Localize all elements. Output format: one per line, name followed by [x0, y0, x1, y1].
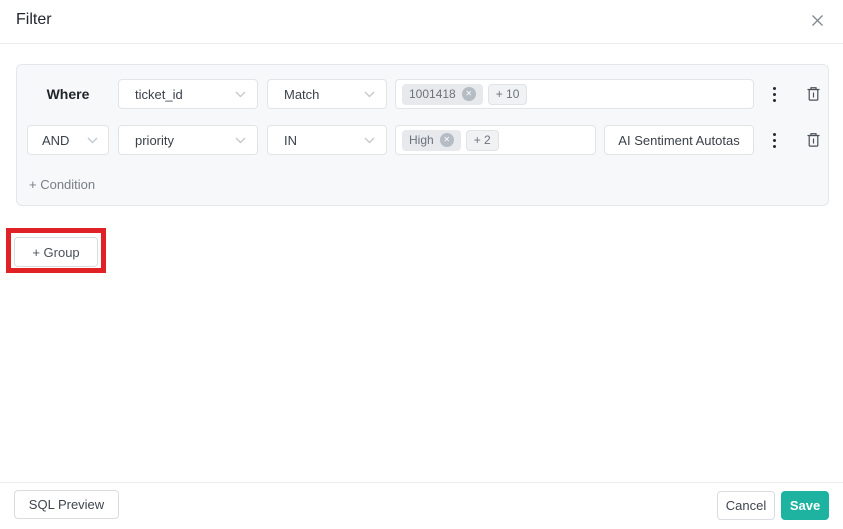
ai-sentiment-autotag-button[interactable]: AI Sentiment Autotas	[604, 125, 754, 155]
value-input-row2[interactable]: High ✕ + 2	[395, 125, 596, 155]
remove-tag-icon[interactable]: ✕	[462, 87, 476, 101]
row2-delete-button[interactable]	[800, 125, 826, 155]
add-group-button[interactable]: + Group	[14, 237, 98, 267]
more-values-label: + 10	[496, 87, 520, 101]
sql-preview-button[interactable]: SQL Preview	[14, 490, 119, 519]
connector-select-row2[interactable]: AND	[27, 125, 109, 155]
chevron-down-icon	[87, 137, 98, 144]
chevron-down-icon	[235, 91, 246, 98]
chevron-down-icon	[364, 137, 375, 144]
more-values-tag[interactable]: + 10	[488, 84, 528, 105]
chevron-down-icon	[235, 137, 246, 144]
row2-more-actions-button[interactable]	[761, 125, 787, 155]
cancel-button[interactable]: Cancel	[717, 491, 775, 520]
chevron-down-icon	[364, 91, 375, 98]
value-tag-label: 1001418	[409, 87, 456, 101]
operator-select-row2-value: IN	[284, 133, 297, 148]
connector-select-row2-value: AND	[42, 133, 69, 148]
row1-more-actions-button[interactable]	[761, 79, 787, 109]
value-tag: 1001418 ✕	[402, 84, 483, 105]
value-tag-label: High	[409, 133, 434, 147]
trash-icon	[806, 132, 821, 148]
more-values-label: + 2	[474, 133, 491, 147]
connector-where-label: Where	[27, 79, 109, 109]
save-button[interactable]: Save	[781, 491, 829, 520]
field-select-row2-value: priority	[135, 133, 174, 148]
remove-tag-icon[interactable]: ✕	[440, 133, 454, 147]
close-icon	[811, 14, 824, 27]
value-input-row1[interactable]: 1001418 ✕ + 10	[395, 79, 754, 109]
field-select-row1-value: ticket_id	[135, 87, 183, 102]
field-select-row1[interactable]: ticket_id	[118, 79, 258, 109]
more-values-tag[interactable]: + 2	[466, 130, 499, 151]
add-condition-button[interactable]: + Condition	[29, 177, 95, 192]
operator-select-row2[interactable]: IN	[267, 125, 387, 155]
header-divider	[0, 43, 843, 44]
operator-select-row1-value: Match	[284, 87, 319, 102]
filter-dialog: Filter Where ticket_id Match 1001418 ✕	[0, 0, 843, 529]
close-button[interactable]	[806, 9, 828, 31]
field-select-row2[interactable]: priority	[118, 125, 258, 155]
kebab-icon	[773, 87, 776, 102]
footer-divider	[0, 482, 843, 483]
trash-icon	[806, 86, 821, 102]
value-tag: High ✕	[402, 130, 461, 151]
dialog-title: Filter	[16, 11, 52, 29]
operator-select-row1[interactable]: Match	[267, 79, 387, 109]
conditions-panel: Where ticket_id Match 1001418 ✕ + 10	[16, 64, 829, 206]
row1-delete-button[interactable]	[800, 79, 826, 109]
kebab-icon	[773, 133, 776, 148]
